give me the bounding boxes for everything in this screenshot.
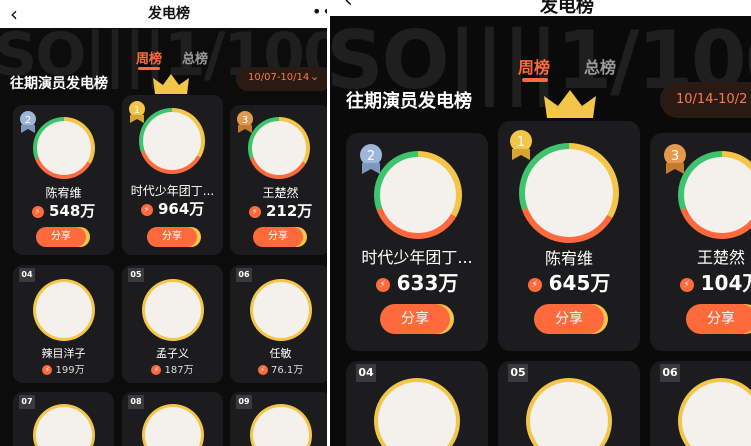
- bolt-icon: ⚡: [42, 365, 53, 375]
- actor-name: 王楚然: [262, 186, 299, 200]
- vote-count: ⚡ 548万: [13, 200, 114, 221]
- more-dots-icon[interactable]: ••: [312, 2, 327, 21]
- rank-card-7[interactable]: 07: [13, 392, 114, 446]
- vote-count: ⚡ 187万: [122, 361, 223, 376]
- avatar[interactable]: [252, 121, 306, 175]
- date-range-select[interactable]: 10/07-10/14 ⌄: [236, 67, 327, 91]
- podium-card-3[interactable]: 3 王楚然 ⚡ 212万 分享: [230, 105, 327, 255]
- tab-weekly[interactable]: 周榜: [518, 54, 550, 78]
- rank-card-5[interactable]: 05: [498, 361, 640, 446]
- share-button[interactable]: 分享: [686, 304, 751, 334]
- rank-number: 08: [128, 395, 144, 409]
- date-range-label: 10/07-10/14: [248, 72, 310, 83]
- actor-name: 孟子义: [156, 347, 189, 360]
- left-screenshot: SO||||1/100 ‹ 发电榜 •• 周榜 总榜 往期演员发电榜 10/07…: [0, 0, 327, 446]
- rank-card-6[interactable]: 06 任敏 ⚡ 76.1万: [230, 265, 327, 383]
- vote-count: ⚡ 199万: [13, 361, 114, 376]
- vote-count: ⚡ 212万: [230, 200, 327, 221]
- rank-2-badge-icon: 2: [20, 111, 36, 133]
- rank-card-8[interactable]: 08: [122, 392, 223, 446]
- rank-number: 1: [134, 105, 140, 116]
- avatar[interactable]: [145, 282, 201, 338]
- date-range-label: 10/14-10/2: [676, 92, 748, 107]
- top-bar: ‹ 发电榜: [330, 0, 751, 17]
- bolt-icon: ⚡: [679, 277, 694, 292]
- vote-count: ⚡ 645万: [498, 267, 640, 296]
- avatar[interactable]: [143, 112, 201, 170]
- vote-count: ⚡ 964万: [122, 198, 223, 219]
- actor-name: 陈宥维: [45, 186, 82, 200]
- bolt-icon: ⚡: [257, 365, 268, 375]
- avatar[interactable]: [380, 157, 456, 233]
- rank-number: 3: [242, 115, 248, 126]
- vote-count: ⚡ 104万: [650, 267, 751, 296]
- page-title: 发电榜: [148, 6, 190, 22]
- bolt-icon: ⚡: [151, 365, 162, 375]
- back-icon[interactable]: ‹: [10, 2, 18, 26]
- rank-number: 2: [367, 149, 375, 164]
- rank-card-4[interactable]: 04 辣目洋子 ⚡ 199万: [13, 265, 114, 383]
- avatar[interactable]: [37, 121, 91, 175]
- actor-name: 王楚然: [696, 248, 745, 267]
- avatar[interactable]: [684, 157, 751, 233]
- avatar[interactable]: [253, 282, 309, 338]
- vote-count: ⚡ 633万: [346, 267, 488, 296]
- bolt-icon: ⚡: [248, 205, 261, 218]
- avatar[interactable]: [36, 282, 92, 338]
- rank-1-badge-icon: 1: [129, 101, 145, 123]
- share-button[interactable]: 分享: [534, 304, 604, 334]
- share-button[interactable]: 分享: [147, 227, 197, 247]
- tab-total[interactable]: 总榜: [182, 48, 208, 67]
- actor-name: 陈宥维: [544, 249, 593, 268]
- tab-weekly[interactable]: 周榜: [136, 48, 162, 67]
- rank-number: 07: [19, 395, 35, 409]
- rank-1-badge-icon: 1: [510, 130, 532, 160]
- share-button[interactable]: 分享: [253, 227, 303, 247]
- rank-card-6[interactable]: 06: [650, 361, 751, 446]
- crown-icon: [153, 74, 189, 94]
- tab-total[interactable]: 总榜: [584, 54, 616, 78]
- share-button[interactable]: 分享: [36, 227, 86, 247]
- section-title: 往期演员发电榜: [10, 76, 108, 92]
- rank-number: 1: [517, 135, 525, 150]
- date-range-select[interactable]: 10/14-10/2: [660, 82, 751, 118]
- rank-number: 06: [236, 268, 252, 282]
- rank-number: 2: [25, 115, 31, 126]
- chevron-down-icon: ⌄: [310, 70, 320, 83]
- podium-card-2[interactable]: 2 时代少年团丁... ⚡ 633万 分享: [346, 133, 488, 351]
- tab-indicator: [522, 78, 548, 82]
- rank-number: 06: [660, 364, 680, 382]
- vote-count: ⚡ 76.1万: [230, 361, 327, 376]
- bolt-icon: ⚡: [375, 277, 390, 292]
- actor-name: 辣目洋子: [41, 347, 86, 360]
- actor-name: 时代少年团丁...: [130, 184, 215, 198]
- actor-name: 时代少年团丁...: [361, 248, 473, 267]
- rank-number: 05: [128, 268, 144, 282]
- podium-card-1[interactable]: 1 陈宥维 ⚡ 645万 分享: [498, 121, 640, 351]
- rank-card-5[interactable]: 05 孟子义 ⚡ 187万: [122, 265, 223, 383]
- section-title: 往期演员发电榜: [346, 91, 472, 112]
- avatar[interactable]: [525, 149, 613, 237]
- bolt-icon: ⚡: [140, 203, 153, 216]
- right-screenshot: SO||||1/100 ‹ 发电榜 周榜 总榜 往期演员发电榜 10/14-10…: [330, 0, 751, 446]
- rank-number: 04: [19, 268, 35, 282]
- bolt-icon: ⚡: [31, 205, 44, 218]
- rank-card-4[interactable]: 04: [346, 361, 488, 446]
- back-icon[interactable]: ‹: [344, 0, 353, 13]
- rank-number: 3: [671, 149, 679, 164]
- rank-number: 04: [356, 364, 376, 382]
- podium-card-3[interactable]: 3 王楚然 ⚡ 104万 分享: [650, 133, 751, 351]
- rank-number: 09: [236, 395, 252, 409]
- top-bar: ‹ 发电榜 ••: [0, 0, 327, 28]
- rank-card-9[interactable]: 09: [230, 392, 327, 446]
- rank-number: 05: [508, 364, 528, 382]
- bolt-icon: ⚡: [527, 277, 542, 292]
- crown-icon: [544, 90, 596, 118]
- podium-card-1[interactable]: 1 时代少年团丁... ⚡ 964万 分享: [122, 95, 223, 255]
- tab-indicator: [138, 67, 160, 70]
- page-title: 发电榜: [540, 0, 594, 17]
- actor-name: 任敏: [269, 347, 292, 360]
- share-button[interactable]: 分享: [380, 304, 450, 334]
- podium-card-2[interactable]: 2 陈宥维 ⚡ 548万 分享: [13, 105, 114, 255]
